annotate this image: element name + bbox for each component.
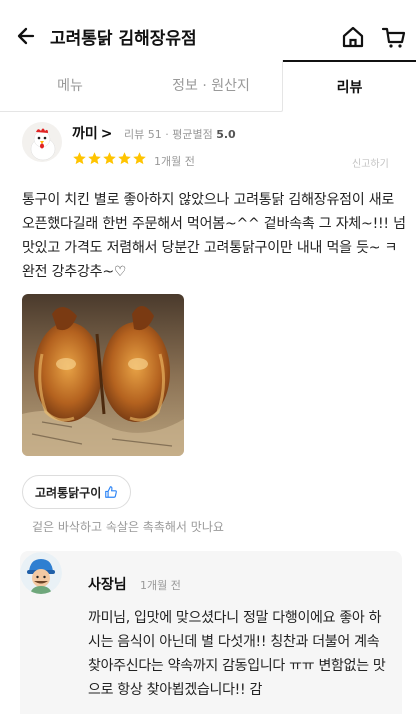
review-photo[interactable] [22,294,184,456]
tab-info-origin[interactable]: 정보 · 원산지 [140,60,283,112]
menu-tag-note: 겉은 바삭하고 속살은 촉촉해서 맛나요 [32,520,224,534]
star-icon [88,152,101,165]
back-arrow-icon[interactable] [14,22,42,50]
reviewer-meta: 리뷰 51 · 평균별점 5.0 [124,128,236,141]
rating-stars [72,151,147,167]
review-count: 리뷰 51 [124,128,162,141]
menu-tag-chip[interactable]: 고려통닭구이 [22,475,132,509]
report-button[interactable]: 신고하기 [352,155,389,170]
thumbs-up-icon [105,486,118,498]
star-icon [73,152,86,165]
cart-icon[interactable] [381,24,407,50]
star-icon [133,152,146,165]
owner-name: 사장님 [88,577,127,593]
review-date: 1개월 전 [154,155,195,168]
roast-chicken-photo [22,294,184,456]
star-icon [103,152,116,165]
avg-rating-label: 평균별점 [172,128,213,141]
store-title: 고려통닭 김해장유점 [50,29,197,49]
reviewer-avatar[interactable] [22,122,62,162]
home-icon[interactable] [340,24,366,50]
star-icon [118,152,131,165]
reviewer-nickname[interactable]: 까미 > [72,123,113,143]
owner-avatar [20,552,62,594]
review-text: 통구이 치킨 별로 좋아하지 않았으나 고려통닭 김해장유점이 새로 오픈했다길… [22,192,406,280]
avg-rating-value: 5.0 [216,128,236,141]
owner-reply-text: 까미님, 입맛에 맞으셨다니 정말 다행이에요 좋아 하시는 음식이 아닌데 별… [88,610,386,698]
owner-reply-date: 1개월 전 [140,579,181,592]
tab-bar: 메뉴 정보 · 원산지 리뷰 [0,60,416,112]
chicken-avatar-image [22,122,62,162]
menu-tag-label: 고려통닭구이 [35,485,102,500]
tab-review[interactable]: 리뷰 [283,60,416,112]
owner-character-image [20,552,62,594]
chevron-right-icon: > [100,126,113,142]
reviewer-nickname-label: 까미 [72,126,98,142]
tab-menu[interactable]: 메뉴 [0,60,140,112]
